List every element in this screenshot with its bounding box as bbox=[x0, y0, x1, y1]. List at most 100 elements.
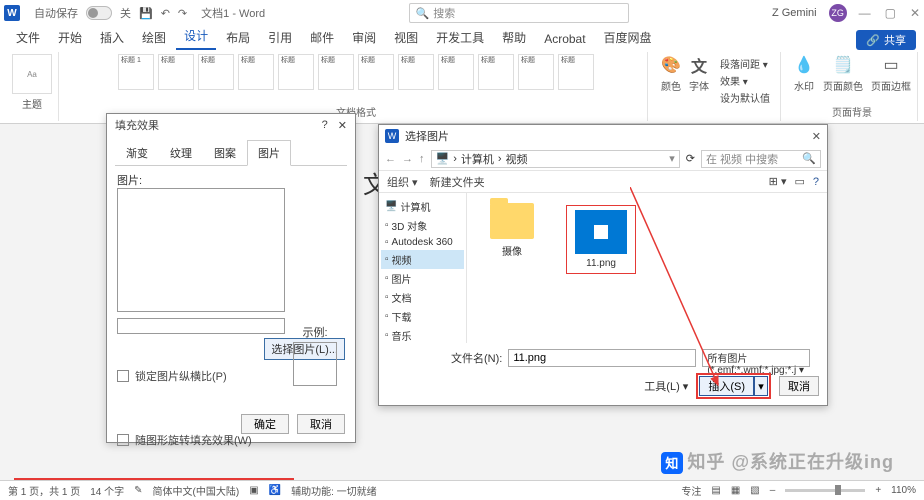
filename-input[interactable] bbox=[508, 349, 696, 367]
close-icon[interactable]: ✕ bbox=[812, 130, 821, 143]
folder-tree[interactable]: 🖥️ 计算机 ▫ 3D 对象 ▫ Autodesk 360 ▫ 视频 ▫ 图片 … bbox=[379, 193, 467, 343]
focus-mode[interactable]: 专注 bbox=[681, 483, 701, 498]
macro-icon[interactable]: ▣ bbox=[249, 485, 258, 496]
zoom-out-icon[interactable]: – bbox=[770, 485, 776, 496]
minimize-icon[interactable]: — bbox=[859, 6, 871, 20]
rotate-fill-checkbox[interactable]: 随图形旋转填充效果(W) bbox=[117, 432, 345, 448]
set-default[interactable]: 设为默认值 bbox=[720, 90, 770, 105]
file-search-input[interactable]: 在 视频 中搜索🔍 bbox=[701, 150, 821, 168]
tree-item-pc[interactable]: 🖥️ 计算机 bbox=[381, 197, 464, 216]
file-filter-select[interactable]: 所有图片(*.emf;*.wmf;*.jpg;*.j ▾ bbox=[702, 349, 810, 367]
tab-baidu[interactable]: 百度网盘 bbox=[596, 25, 660, 50]
style-thumb[interactable]: 标题 bbox=[278, 54, 314, 90]
fonts-button[interactable]: 文字体 bbox=[688, 54, 710, 107]
organize-menu[interactable]: 组织 ▾ bbox=[387, 174, 418, 190]
tools-menu[interactable]: 工具(L) ▾ bbox=[644, 378, 688, 394]
cancel-button[interactable]: 取消 bbox=[297, 414, 345, 434]
insert-button[interactable]: 插入(S) bbox=[699, 376, 754, 396]
fill-tab-picture[interactable]: 图片 bbox=[247, 140, 291, 166]
style-thumb[interactable]: 标题 bbox=[558, 54, 594, 90]
style-thumb[interactable]: 标题 bbox=[478, 54, 514, 90]
tab-mailings[interactable]: 邮件 bbox=[302, 25, 342, 50]
para-spacing[interactable]: 段落间距 ▾ bbox=[720, 56, 770, 71]
style-thumb[interactable]: 标题 1 bbox=[118, 54, 154, 90]
view-icon[interactable]: ⊞ ▾ bbox=[769, 175, 787, 188]
new-folder-button[interactable]: 新建文件夹 bbox=[430, 174, 485, 190]
tab-insert[interactable]: 插入 bbox=[92, 25, 132, 50]
view-web-icon[interactable]: ▧ bbox=[750, 485, 759, 496]
help-icon[interactable]: ? bbox=[322, 119, 328, 131]
ok-button[interactable]: 确定 bbox=[241, 414, 289, 434]
folder-item[interactable]: 摄像 bbox=[477, 203, 547, 258]
tree-item-downloads[interactable]: ▫ 下载 bbox=[381, 307, 464, 326]
help-icon[interactable]: ? bbox=[813, 176, 819, 188]
avatar[interactable]: ZG bbox=[829, 4, 847, 22]
zoom-slider[interactable] bbox=[785, 489, 865, 492]
file-item-selected[interactable]: 11.png bbox=[566, 205, 636, 274]
page-border-button[interactable]: ▭页面边框 bbox=[871, 54, 911, 93]
tab-acrobat[interactable]: Acrobat bbox=[536, 28, 593, 50]
tab-home[interactable]: 开始 bbox=[50, 25, 90, 50]
page-color-button[interactable]: 🗒️页面颜色 bbox=[823, 54, 863, 93]
fill-tab-pattern[interactable]: 图案 bbox=[203, 140, 247, 165]
spellcheck-icon[interactable]: ✎ bbox=[134, 485, 142, 496]
undo-icon[interactable]: ↶ bbox=[161, 7, 170, 20]
fill-tab-gradient[interactable]: 渐变 bbox=[115, 140, 159, 165]
forward-icon[interactable]: → bbox=[402, 153, 413, 165]
watermark-button[interactable]: 💧水印 bbox=[793, 54, 815, 93]
restore-icon[interactable]: ▢ bbox=[885, 6, 896, 20]
page-indicator[interactable]: 第 1 页，共 1 页 bbox=[8, 483, 80, 498]
word-count[interactable]: 14 个字 bbox=[90, 483, 124, 498]
close-icon[interactable]: ✕ bbox=[338, 119, 347, 132]
zoom-in-icon[interactable]: + bbox=[875, 485, 881, 496]
view-readmode-icon[interactable]: ▤ bbox=[711, 485, 720, 496]
themes-button[interactable]: Aa 主题 bbox=[12, 54, 52, 111]
tree-item-video[interactable]: ▫ 视频 bbox=[381, 250, 464, 269]
autosave-toggle[interactable] bbox=[86, 6, 112, 20]
style-thumb[interactable]: 标题 bbox=[398, 54, 434, 90]
tab-devtools[interactable]: 开发工具 bbox=[428, 25, 492, 50]
user-name[interactable]: Z Gemini bbox=[772, 7, 817, 19]
fill-tab-texture[interactable]: 纹理 bbox=[159, 140, 203, 165]
refresh-icon[interactable]: ⟳ bbox=[686, 152, 695, 165]
tab-design[interactable]: 设计 bbox=[176, 23, 216, 50]
effects-opt[interactable]: 效果 ▾ bbox=[720, 73, 770, 88]
colors-button[interactable]: 🎨颜色 bbox=[660, 54, 682, 107]
tab-file[interactable]: 文件 bbox=[8, 25, 48, 50]
tab-draw[interactable]: 绘图 bbox=[134, 25, 174, 50]
tree-item-docs[interactable]: ▫ 文档 bbox=[381, 288, 464, 307]
accessibility-icon[interactable]: ♿ bbox=[269, 485, 281, 496]
close-icon[interactable]: ✕ bbox=[910, 6, 920, 20]
search-input[interactable]: 🔍 搜索 bbox=[409, 3, 629, 23]
share-button[interactable]: 🔗 共享 bbox=[856, 30, 916, 50]
tab-help[interactable]: 帮助 bbox=[494, 25, 534, 50]
tab-layout[interactable]: 布局 bbox=[218, 25, 258, 50]
zoom-level[interactable]: 110% bbox=[891, 485, 916, 496]
insert-dropdown[interactable]: ▾ bbox=[754, 376, 768, 396]
ribbon-tabs: 文件 开始 插入 绘图 设计 布局 引用 邮件 审阅 视图 开发工具 帮助 Ac… bbox=[0, 26, 924, 50]
view-print-icon[interactable]: ▦ bbox=[731, 485, 740, 496]
language-status[interactable]: 简体中文(中国大陆) bbox=[153, 483, 240, 498]
accessibility-status[interactable]: 辅助功能: 一切就绪 bbox=[291, 483, 377, 498]
cancel-button[interactable]: 取消 bbox=[779, 376, 819, 396]
tab-references[interactable]: 引用 bbox=[260, 25, 300, 50]
tree-item-pictures[interactable]: ▫ 图片 bbox=[381, 269, 464, 288]
style-thumb[interactable]: 标题 bbox=[198, 54, 234, 90]
style-thumb[interactable]: 标题 bbox=[158, 54, 194, 90]
style-thumb[interactable]: 标题 bbox=[518, 54, 554, 90]
redo-icon[interactable]: ↷ bbox=[178, 7, 187, 20]
tree-item-music[interactable]: ▫ 音乐 bbox=[381, 326, 464, 343]
tree-item-3d[interactable]: ▫ 3D 对象 bbox=[381, 216, 464, 235]
style-thumb[interactable]: 标题 bbox=[318, 54, 354, 90]
style-thumb[interactable]: 标题 bbox=[358, 54, 394, 90]
preview-icon[interactable]: ▭ bbox=[794, 175, 804, 188]
tree-item-autodesk[interactable]: ▫ Autodesk 360 bbox=[381, 235, 464, 250]
style-thumb[interactable]: 标题 bbox=[438, 54, 474, 90]
tab-view[interactable]: 视图 bbox=[386, 25, 426, 50]
style-thumb[interactable]: 标题 bbox=[238, 54, 274, 90]
up-icon[interactable]: ↑ bbox=[419, 153, 425, 165]
save-icon[interactable]: 💾 bbox=[139, 7, 153, 20]
tab-review[interactable]: 审阅 bbox=[344, 25, 384, 50]
breadcrumb[interactable]: 🖥️ ›计算机›视频 ▾ bbox=[431, 150, 680, 168]
back-icon[interactable]: ← bbox=[385, 153, 396, 165]
